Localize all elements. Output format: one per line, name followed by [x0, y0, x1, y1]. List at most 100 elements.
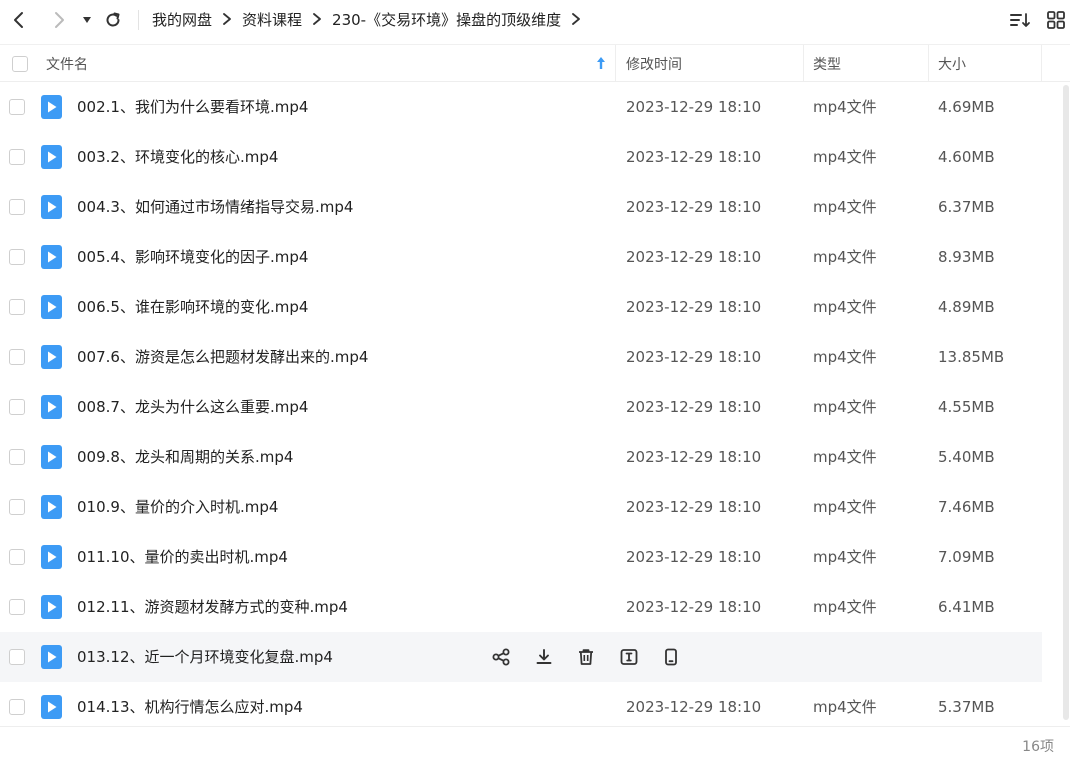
file-type: mp4文件 [813, 448, 877, 466]
file-name[interactable]: 007.6、游资是怎么把题材发酵出来的.mp4 [77, 332, 368, 382]
forward-button[interactable] [46, 5, 72, 35]
row-checkbox[interactable] [9, 149, 25, 165]
row-checkbox[interactable] [9, 549, 25, 565]
file-row[interactable]: 008.7、龙头为什么这么重要.mp4 2023-12-29 18:10 mp4文件… [0, 382, 1042, 432]
file-row[interactable]: 007.6、游资是怎么把题材发酵出来的.mp4 2023-12-29 18:10 m… [0, 332, 1042, 382]
file-name[interactable]: 003.2、环境变化的核心.mp4 [77, 132, 278, 182]
file-row[interactable]: 014.13、机构行情怎么应对.mp4 2023-12-29 18:10 mp4文件… [0, 682, 1042, 732]
row-checkbox[interactable] [9, 199, 25, 215]
download-button[interactable] [531, 644, 557, 670]
row-checkbox[interactable] [9, 399, 25, 415]
file-row[interactable]: 005.4、影响环境变化的因子.mp4 2023-12-29 18:10 mp4文件… [0, 232, 1042, 282]
file-type: mp4文件 [813, 298, 877, 316]
video-file-icon [41, 595, 62, 619]
video-file-icon [41, 495, 62, 519]
row-checkbox[interactable] [9, 299, 25, 315]
breadcrumb-chevron-icon[interactable] [571, 13, 581, 25]
chevron-right-icon [55, 12, 64, 28]
video-file-icon [41, 245, 62, 269]
file-row[interactable]: 002.1、我们为什么要看环境.mp4 2023-12-29 18:10 mp4文件… [0, 82, 1042, 132]
file-row[interactable]: 006.5、谁在影响环境的变化.mp4 2023-12-29 18:10 mp4文件… [0, 282, 1042, 332]
video-file-icon [41, 145, 62, 169]
file-type: mp4文件 [813, 348, 877, 366]
file-row[interactable]: 009.8、龙头和周期的关系.mp4 2023-12-29 18:10 mp4文件 5… [0, 432, 1042, 482]
breadcrumb-item-root[interactable]: 我的网盘 [152, 9, 212, 30]
file-list-header: 文件名 修改时间 类型 大小 [0, 44, 1070, 82]
file-modified-time: 2023-12-29 18:10 [626, 698, 762, 716]
row-checkbox[interactable] [9, 599, 25, 615]
file-name[interactable]: 004.3、如何通过市场情绪指导交易.mp4 [77, 182, 353, 232]
column-header-type[interactable]: 类型 [813, 45, 841, 82]
file-name[interactable]: 005.4、影响环境变化的因子.mp4 [77, 232, 308, 282]
grid-view-button[interactable] [1043, 7, 1069, 33]
video-file-icon [41, 345, 62, 369]
video-file-icon [41, 395, 62, 419]
column-divider [1041, 45, 1042, 82]
file-row[interactable]: 013.12、近一个月环境变化复盘.mp4 [0, 632, 1042, 682]
row-checkbox[interactable] [9, 699, 25, 715]
file-row[interactable]: 010.9、量价的介入时机.mp4 2023-12-29 18:10 mp4文件 7.… [0, 482, 1042, 532]
row-checkbox[interactable] [9, 449, 25, 465]
top-nav-bar: 我的网盘 资料课程 230-《交易环境》操盘的顶级维度 [0, 0, 1070, 40]
file-name[interactable]: 010.9、量价的介入时机.mp4 [77, 482, 278, 532]
file-row[interactable]: 004.3、如何通过市场情绪指导交易.mp4 2023-12-29 18:10 mp… [0, 182, 1042, 232]
back-button[interactable] [6, 5, 32, 35]
select-all-checkbox[interactable] [12, 45, 28, 82]
file-size: 5.40MB [938, 448, 995, 466]
file-modified-time: 2023-12-29 18:10 [626, 248, 762, 266]
file-name[interactable]: 006.5、谁在影响环境的变化.mp4 [77, 282, 308, 332]
file-size: 7.46MB [938, 498, 995, 516]
file-type: mp4文件 [813, 598, 877, 616]
column-header-size[interactable]: 大小 [938, 45, 966, 82]
file-size: 4.60MB [938, 148, 995, 166]
footer: 16项 [0, 726, 1070, 767]
column-header-name[interactable]: 文件名 [46, 45, 88, 82]
vertical-scrollbar[interactable] [1063, 85, 1069, 720]
row-checkbox[interactable] [9, 99, 25, 115]
delete-button[interactable] [573, 644, 599, 670]
file-type: mp4文件 [813, 98, 877, 116]
breadcrumb-chevron-icon [222, 13, 232, 25]
phone-button[interactable] [658, 644, 684, 670]
refresh-button[interactable] [100, 5, 126, 35]
file-modified-time: 2023-12-29 18:10 [626, 298, 762, 316]
sort-button[interactable] [1007, 7, 1033, 33]
file-modified-time: 2023-12-29 18:10 [626, 398, 762, 416]
breadcrumb-item-current[interactable]: 230-《交易环境》操盘的顶级维度 [332, 9, 561, 30]
row-checkbox[interactable] [9, 249, 25, 265]
file-name[interactable]: 009.8、龙头和周期的关系.mp4 [77, 432, 293, 482]
file-modified-time: 2023-12-29 18:10 [626, 148, 762, 166]
rename-icon [620, 648, 638, 666]
row-checkbox[interactable] [9, 349, 25, 365]
file-name[interactable]: 008.7、龙头为什么这么重要.mp4 [77, 382, 308, 432]
file-type: mp4文件 [813, 498, 877, 516]
file-name[interactable]: 012.11、游资题材发酵方式的变种.mp4 [77, 582, 348, 632]
file-type: mp4文件 [813, 548, 877, 566]
history-dropdown-button[interactable] [78, 5, 96, 35]
row-checkbox[interactable] [9, 649, 25, 665]
share-button[interactable] [488, 644, 514, 670]
file-modified-time: 2023-12-29 18:10 [626, 548, 762, 566]
file-row[interactable]: 003.2、环境变化的核心.mp4 2023-12-29 18:10 mp4文件 4.… [0, 132, 1042, 182]
file-name[interactable]: 011.10、量价的卖出时机.mp4 [77, 532, 288, 582]
file-modified-time: 2023-12-29 18:10 [626, 598, 762, 616]
phone-icon [662, 648, 680, 666]
file-type: mp4文件 [813, 248, 877, 266]
breadcrumb-item-course[interactable]: 资料课程 [242, 9, 302, 30]
video-file-icon [41, 295, 62, 319]
sort-icon [1010, 13, 1030, 27]
file-row[interactable]: 012.11、游资题材发酵方式的变种.mp4 2023-12-29 18:10 mp… [0, 582, 1042, 632]
video-file-icon [41, 95, 62, 119]
file-modified-time: 2023-12-29 18:10 [626, 198, 762, 216]
file-row[interactable]: 011.10、量价的卖出时机.mp4 2023-12-29 18:10 mp4文件 7… [0, 532, 1042, 582]
file-name[interactable]: 014.13、机构行情怎么应对.mp4 [77, 682, 303, 732]
file-size: 8.93MB [938, 248, 995, 266]
column-header-time[interactable]: 修改时间 [626, 45, 682, 82]
file-name[interactable]: 002.1、我们为什么要看环境.mp4 [77, 82, 308, 132]
file-name[interactable]: 013.12、近一个月环境变化复盘.mp4 [77, 632, 333, 682]
file-type: mp4文件 [813, 398, 877, 416]
file-size: 7.09MB [938, 548, 995, 566]
file-size: 6.41MB [938, 598, 995, 616]
rename-button[interactable] [616, 644, 642, 670]
row-checkbox[interactable] [9, 499, 25, 515]
